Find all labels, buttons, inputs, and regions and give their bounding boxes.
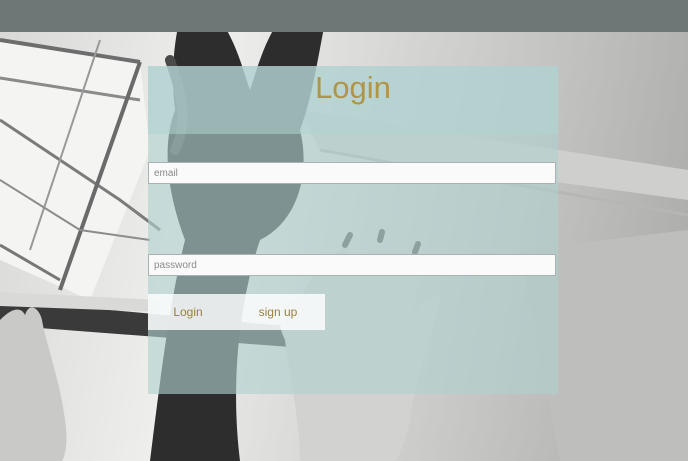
login-button[interactable]: Login (164, 294, 212, 330)
password-field[interactable] (148, 254, 556, 276)
login-page: Login Login sign up (0, 0, 688, 461)
email-field[interactable] (148, 162, 556, 184)
signup-button[interactable]: sign up (252, 294, 304, 330)
page-title: Login (315, 70, 391, 105)
panel-header: Login (148, 66, 558, 134)
top-bar (0, 0, 688, 32)
login-panel: Login Login sign up (148, 66, 558, 394)
button-row: Login sign up (148, 294, 325, 330)
